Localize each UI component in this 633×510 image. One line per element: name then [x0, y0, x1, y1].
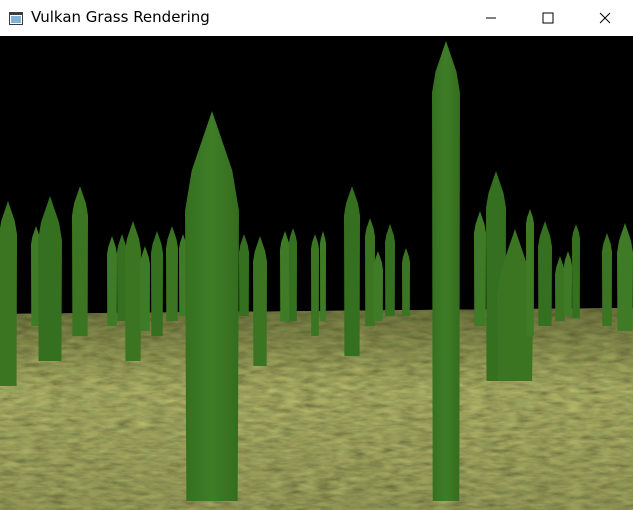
app-icon [9, 10, 23, 25]
grass-blade [373, 251, 383, 321]
window-title: Vulkan Grass Rendering [31, 8, 210, 26]
grass-blade [72, 186, 88, 336]
grass-blade [125, 221, 141, 361]
grass-blade [564, 251, 572, 316]
grass-blade [385, 224, 395, 316]
grass-blade [526, 209, 534, 336]
grass-blade [0, 201, 17, 386]
grass-blade [185, 111, 239, 501]
title-bar[interactable]: Vulkan Grass Rendering [0, 0, 633, 35]
app-window: Vulkan Grass Rendering [0, 0, 633, 510]
grass-blade [140, 246, 150, 331]
grass-blade [402, 248, 410, 316]
minimize-button[interactable] [462, 0, 519, 35]
grass-blade [280, 231, 290, 321]
grass-blade [38, 196, 62, 361]
grass-blade [572, 224, 580, 318]
grass-blade [239, 234, 249, 316]
grass-blade [289, 228, 297, 321]
render-viewport[interactable] [0, 36, 633, 510]
minimize-icon [485, 12, 497, 24]
grass-blade [432, 41, 460, 501]
maximize-icon [542, 12, 554, 24]
grass-scene [0, 36, 633, 510]
close-button[interactable] [576, 0, 633, 35]
grass-blade [151, 231, 163, 336]
grass-blade [320, 231, 326, 321]
grass-blade [311, 234, 319, 336]
grass-blade [107, 236, 117, 326]
close-icon [599, 12, 611, 24]
grass-blade [602, 233, 612, 326]
grass-blade [344, 186, 360, 356]
maximize-button[interactable] [519, 0, 576, 35]
grass-blade [166, 226, 178, 321]
grass-blade [253, 236, 267, 366]
grass-blade [474, 211, 486, 326]
ground-plane [0, 306, 633, 510]
grass-blade [538, 221, 552, 326]
